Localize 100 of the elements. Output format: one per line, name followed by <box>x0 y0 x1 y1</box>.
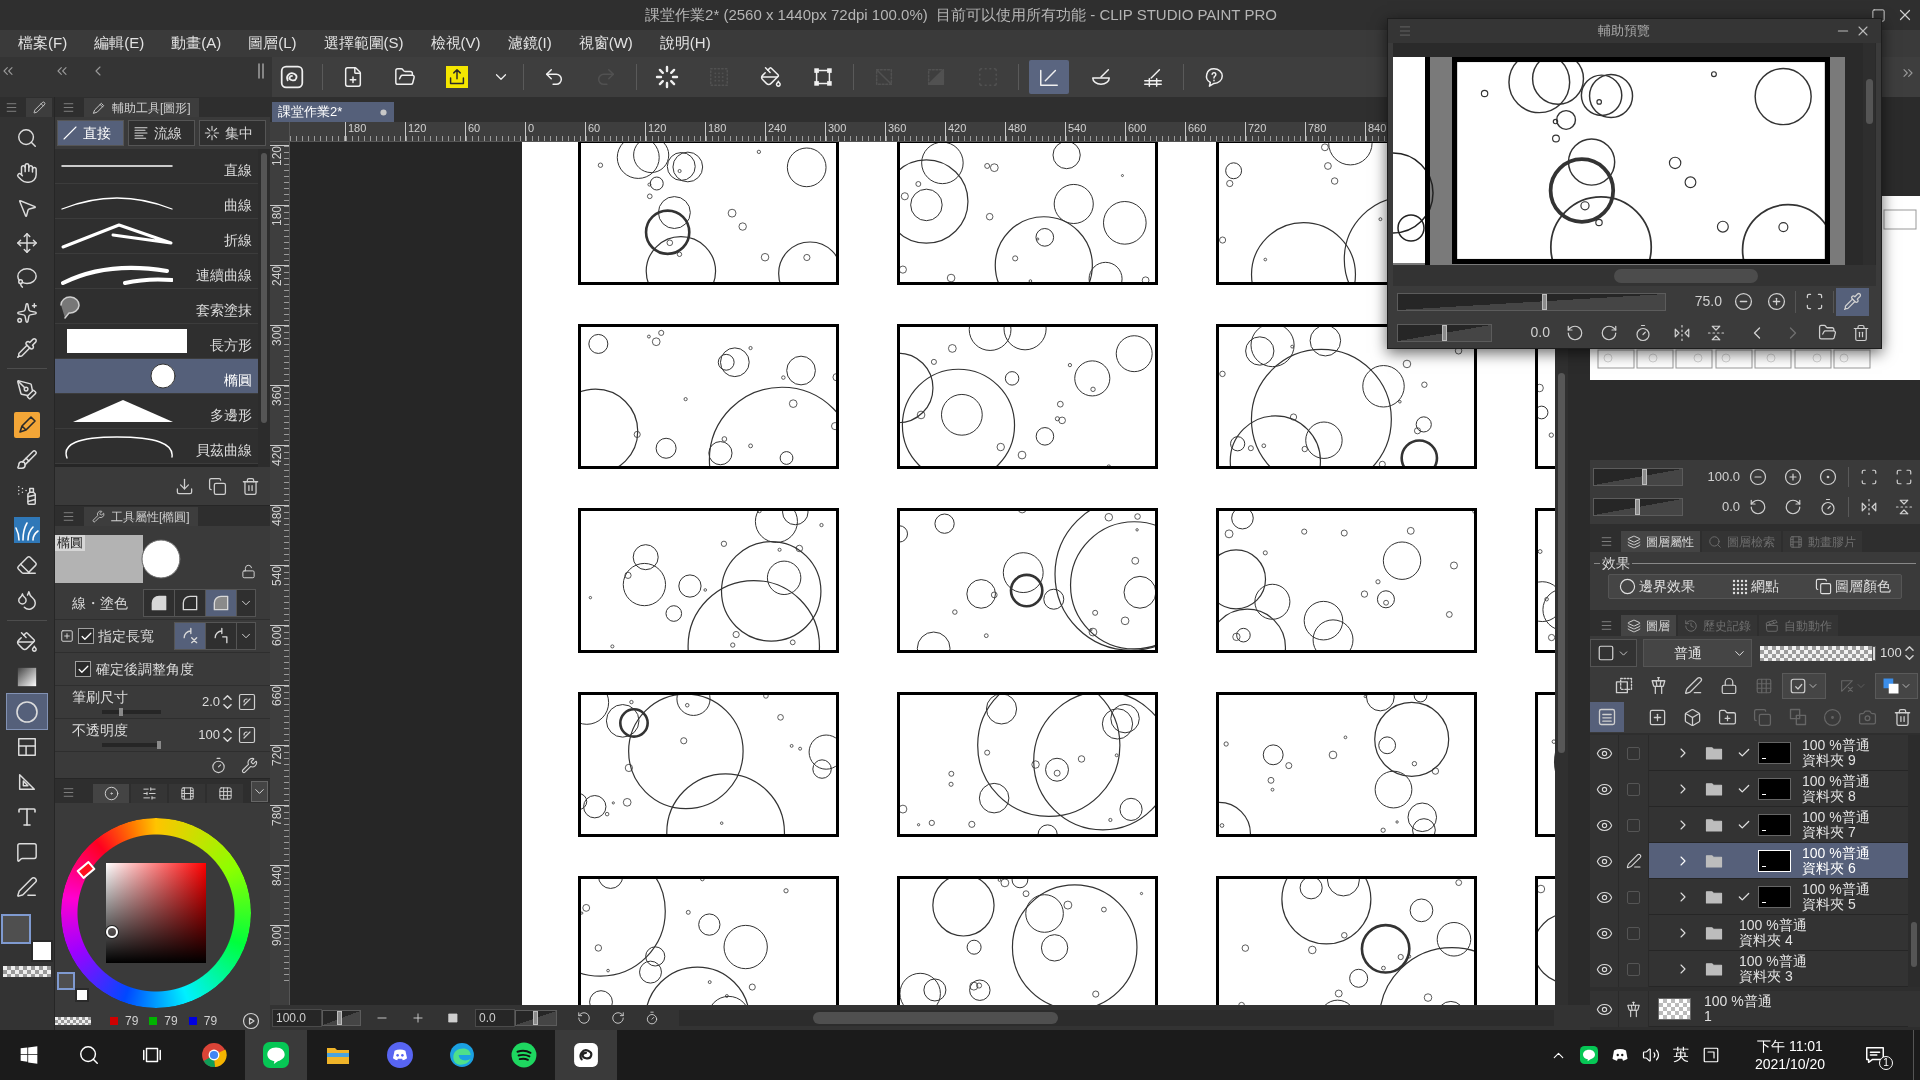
square-plus-icon[interactable] <box>60 629 74 643</box>
scrollbar[interactable] <box>258 149 270 467</box>
slider-thumb[interactable] <box>1642 469 1648 485</box>
expand-corners-icon[interactable] <box>1895 468 1913 486</box>
notification-button[interactable]: 1 <box>1860 1040 1890 1070</box>
scrollbar-thumb[interactable] <box>1614 268 1758 283</box>
slider-thumb[interactable] <box>1541 293 1547 310</box>
document-tab[interactable]: 課堂作業2* <box>272 102 394 122</box>
group-tab[interactable]: 流線 <box>128 120 195 146</box>
checkbox[interactable] <box>75 661 91 677</box>
scrollbar-thumb[interactable] <box>813 1011 1058 1024</box>
rotation-slider[interactable] <box>515 1009 557 1026</box>
controller-face-icon[interactable] <box>1610 1046 1629 1064</box>
sub-tool-item[interactable]: 多邊形 <box>55 394 258 429</box>
sub-tool-item[interactable]: 連續曲線 <box>55 254 258 289</box>
trash-icon[interactable] <box>1893 707 1912 727</box>
option-button[interactable] <box>175 623 206 649</box>
layer-color-dropdown[interactable] <box>1875 672 1918 699</box>
checkbox[interactable] <box>78 628 94 644</box>
reset-dial-icon[interactable] <box>1819 498 1837 516</box>
select-checkbox[interactable] <box>1627 926 1640 940</box>
color-tab[interactable] <box>93 784 129 803</box>
sub-tool-item[interactable]: 橢圓 <box>55 359 258 394</box>
layer-item[interactable]: 100 %普通 資料夾 6 <box>1649 843 1908 879</box>
layer-item[interactable]: 100 %普通 資料夾 3 <box>1649 951 1908 987</box>
rotate-left-icon[interactable] <box>1749 498 1767 516</box>
scrollbar[interactable] <box>1908 735 1920 987</box>
rotate-right-icon[interactable] <box>1784 498 1802 516</box>
taskbar-app[interactable] <box>555 1030 617 1080</box>
slider-thumb[interactable] <box>336 1010 342 1025</box>
zoom-slider[interactable] <box>1593 468 1683 486</box>
zoom-in-icon[interactable] <box>1784 468 1802 486</box>
snap-ruler-button[interactable] <box>1029 60 1069 94</box>
dropdown-button[interactable] <box>251 781 268 802</box>
slider-thumb[interactable] <box>118 708 123 716</box>
select-checkbox[interactable] <box>1627 746 1640 760</box>
select-checkbox[interactable] <box>1627 890 1640 904</box>
scrollbar[interactable] <box>679 1009 1554 1026</box>
rotation-field[interactable]: 0.0 <box>475 1008 515 1027</box>
eyedropper-button[interactable] <box>1836 287 1869 316</box>
effect-button[interactable]: 圖層顏色 <box>1813 575 1893 598</box>
panel-menu-icon[interactable] <box>62 510 75 523</box>
slider-thumb[interactable] <box>157 741 161 749</box>
panel-tab[interactable]: 工具屬性[橢圓] <box>84 507 198 526</box>
slider-thumb[interactable] <box>533 1010 538 1025</box>
panel-tab[interactable]: 圖層 <box>1621 615 1676 636</box>
group-tab[interactable]: 直接 <box>57 120 124 146</box>
taskbar-app[interactable] <box>245 1030 307 1080</box>
scrollbar[interactable] <box>1393 265 1876 286</box>
color-swatch[interactable] <box>75 988 89 1002</box>
dot-circle-icon[interactable] <box>1823 707 1842 727</box>
sub-tool-item[interactable]: 曲線 <box>55 184 258 219</box>
menu-item[interactable]: 動畫(A) <box>163 31 230 56</box>
scrollbar-thumb[interactable] <box>1865 79 1873 124</box>
flip-horizontal-icon[interactable] <box>1860 498 1878 516</box>
panel-menu-icon[interactable] <box>5 101 18 114</box>
zoom-slider[interactable] <box>322 1009 361 1026</box>
cube-icon[interactable] <box>1683 707 1702 727</box>
fit-view-icon[interactable] <box>1860 468 1878 486</box>
pressure-toggle-icon[interactable] <box>238 693 256 711</box>
slider-thumb[interactable] <box>1872 645 1876 661</box>
panel-menu-icon[interactable] <box>62 101 75 114</box>
select-checkbox[interactable] <box>1627 782 1640 796</box>
layer-item[interactable]: 100 %普通 資料夾 4 <box>1649 915 1908 951</box>
panel-tab[interactable]: 輔助工具[圖形] <box>84 98 199 117</box>
color-tab[interactable] <box>131 784 167 803</box>
rotate-left-icon[interactable] <box>577 1010 591 1025</box>
opacity-slider[interactable] <box>1760 645 1876 661</box>
mask-dropdown[interactable] <box>1782 672 1826 699</box>
scrollbar-thumb[interactable] <box>261 153 267 423</box>
rotation-slider[interactable] <box>1397 323 1492 342</box>
slider-track[interactable] <box>102 741 161 749</box>
sub-tool-item[interactable]: 直線 <box>55 149 258 184</box>
zoom-in-icon[interactable] <box>411 1010 425 1025</box>
option-button[interactable] <box>206 590 237 616</box>
volume-icon[interactable] <box>1641 1046 1660 1064</box>
select-checkbox[interactable] <box>1627 818 1640 832</box>
select-checkbox[interactable] <box>1627 962 1640 976</box>
scrollbar-thumb[interactable] <box>1911 922 1917 967</box>
transparent-swatch[interactable] <box>3 966 51 977</box>
layer-item[interactable]: 100 %普通 資料夾 5 <box>1649 879 1908 915</box>
panel-menu-icon[interactable] <box>1600 619 1613 632</box>
rotate-right-icon[interactable] <box>611 1010 625 1025</box>
zoom-out-icon[interactable] <box>1749 468 1767 486</box>
trash-icon[interactable] <box>241 476 260 496</box>
flip-vertical-icon[interactable] <box>1895 498 1913 516</box>
menu-item[interactable]: 說明(H) <box>651 31 719 56</box>
duplicate-icon[interactable] <box>208 476 227 496</box>
folder-plus-icon[interactable] <box>1718 707 1737 727</box>
tool-panel-tab[interactable] <box>26 98 52 117</box>
scrollbar-thumb[interactable] <box>1558 373 1565 753</box>
sub-tool-item[interactable]: 長方形 <box>55 324 258 359</box>
color-tab[interactable] <box>207 784 243 803</box>
menu-item[interactable]: 編輯(E) <box>86 31 153 56</box>
download-icon[interactable] <box>175 476 194 496</box>
lock-icon[interactable] <box>1719 676 1738 695</box>
color-swatch[interactable] <box>31 940 53 962</box>
slider-thumb[interactable] <box>1441 324 1447 341</box>
sub-tool-item[interactable]: 折線 <box>55 219 258 254</box>
menu-item[interactable]: 選擇範圍(S) <box>315 31 412 56</box>
